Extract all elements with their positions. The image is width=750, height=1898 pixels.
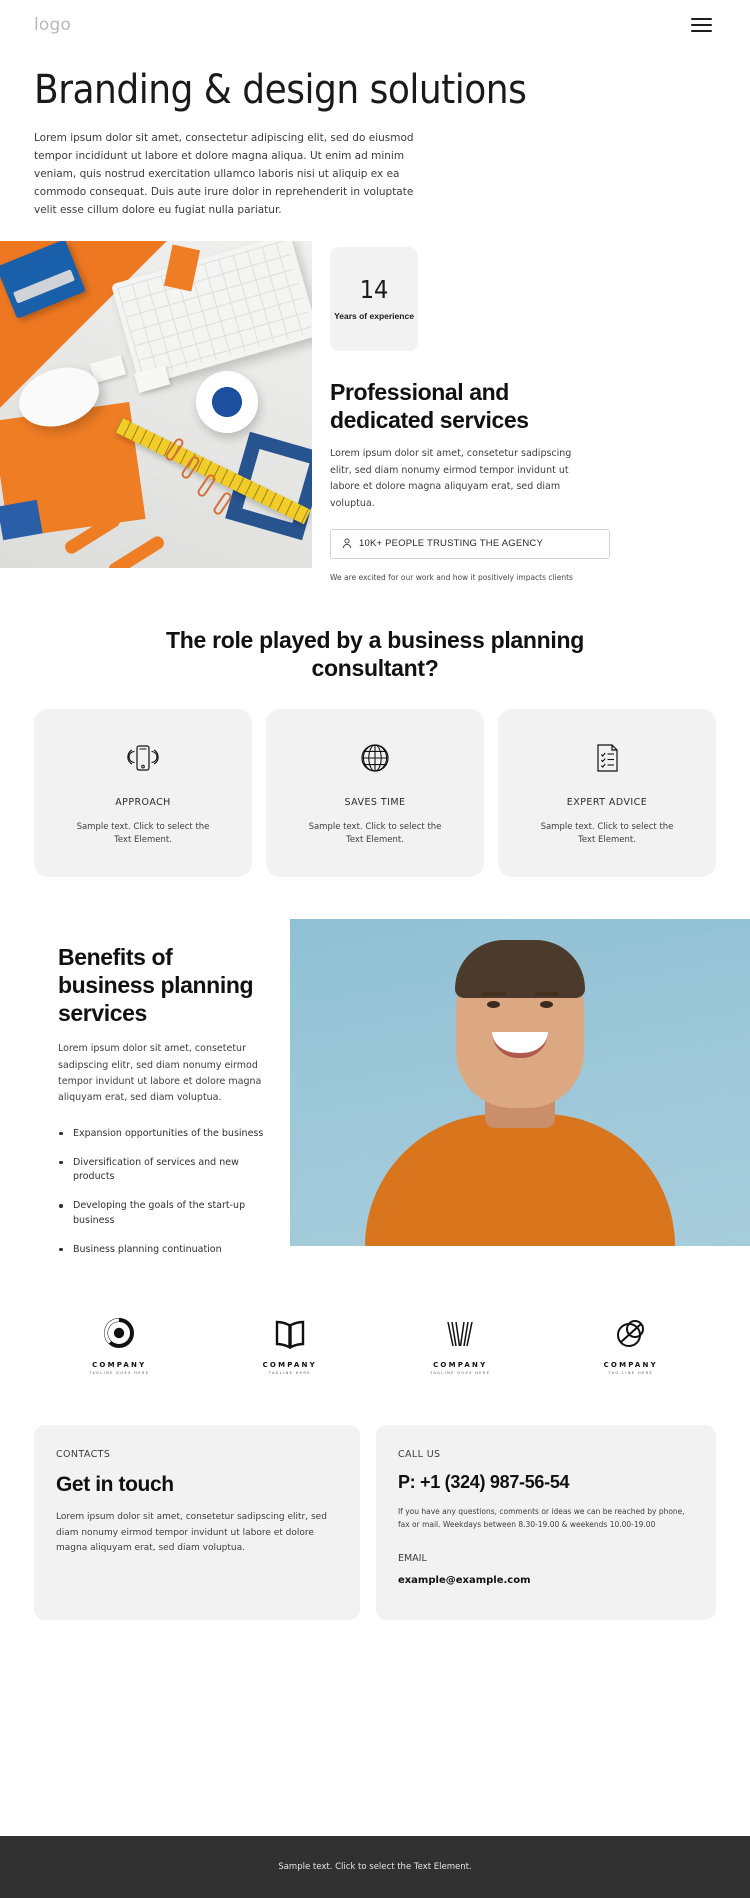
list-item: Expansion opportunities of the business (58, 1127, 270, 1141)
stat-number: 14 (359, 274, 389, 304)
site-logo[interactable]: logo (34, 15, 71, 35)
trust-badge-label: 10K+ PEOPLE TRUSTING THE AGENCY (359, 538, 544, 550)
site-footer: Sample text. Click to select the Text El… (0, 1836, 750, 1898)
client-logo-4: COMPANY TAG LINE HERE (546, 1314, 717, 1375)
client-logo-tagline: TAGLINE GOES HERE (89, 1371, 150, 1376)
contacts-eyebrow: CONTACTS (56, 1449, 111, 1461)
services-section: 14 Years of experience Professional and … (0, 241, 750, 582)
experience-stat-card: 14 Years of experience (330, 247, 418, 352)
landing-page: logo Branding & design solutions Lorem i… (0, 0, 750, 1898)
striped-w-logo-icon (442, 1314, 478, 1354)
hamburger-menu-icon[interactable] (687, 14, 716, 36)
client-logo-name: COMPANY (603, 1361, 658, 1370)
feature-card-title: APPROACH (115, 796, 171, 808)
person-icon (342, 538, 352, 549)
contacts-title: Get in touch (56, 1473, 174, 1497)
benefits-title: Benefits of business planning services (58, 944, 254, 1027)
phone-number[interactable]: P: +1 (324) 987-56-54 (398, 1472, 694, 1493)
hero-section: Branding & design solutions Lorem ipsum … (0, 50, 750, 219)
benefits-list: Expansion opportunities of the business … (58, 1127, 270, 1258)
email-address[interactable]: example@example.com (398, 1575, 694, 1586)
circle-o-logo-icon (101, 1314, 137, 1354)
client-logos-row: COMPANY TAGLINE GOES HERE COMPANY TAGLIN… (0, 1314, 750, 1375)
feature-card-text: Sample text. Click to select the Text El… (540, 821, 674, 845)
client-logo-tagline: TAGLINE GOES HERE (430, 1371, 491, 1376)
benefits-paragraph: Lorem ipsum dolor sit amet, consetetur s… (58, 1043, 262, 1104)
checklist-document-icon (587, 737, 627, 779)
feature-card-saves-time[interactable]: SAVES TIME Sample text. Click to select … (266, 708, 484, 878)
feature-card-expert-advice[interactable]: EXPERT ADVICE Sample text. Click to sele… (498, 708, 716, 878)
contact-hours: If you have any questions, comments or i… (397, 1507, 685, 1530)
feature-card-approach[interactable]: APPROACH Sample text. Click to select th… (34, 708, 252, 878)
open-book-logo-icon (272, 1314, 308, 1354)
site-header: logo (0, 0, 750, 50)
client-logo-name: COMPANY (262, 1361, 317, 1370)
list-item: Developing the goals of the start-up bus… (58, 1199, 270, 1228)
list-item: Diversification of services and new prod… (58, 1156, 270, 1185)
hero-paragraph: Lorem ipsum dolor sit amet, consectetur … (34, 131, 414, 216)
portrait-image (290, 919, 750, 1247)
client-logo-3: COMPANY TAGLINE GOES HERE (375, 1314, 546, 1375)
role-title: The role played by a business planning c… (165, 626, 585, 682)
feature-cards: APPROACH Sample text. Click to select th… (34, 708, 716, 878)
overlapping-circles-logo-icon (613, 1314, 649, 1354)
benefits-content: Benefits of business planning services L… (0, 919, 290, 1272)
trust-badge-button[interactable]: 10K+ PEOPLE TRUSTING THE AGENCY (330, 528, 610, 559)
contact-section: CONTACTS Get in touch Lorem ipsum dolor … (0, 1425, 750, 1621)
feature-card-title: EXPERT ADVICE (566, 796, 648, 808)
trust-note: We are excited for our work and how it p… (330, 572, 573, 582)
benefits-section: Benefits of business planning services L… (0, 919, 750, 1272)
client-logo-1: COMPANY TAGLINE GOES HERE (34, 1314, 205, 1375)
page-title: Branding & design solutions (34, 67, 527, 113)
services-content: 14 Years of experience Professional and … (312, 241, 750, 582)
contacts-card: CONTACTS Get in touch Lorem ipsum dolor … (34, 1425, 360, 1621)
contacts-paragraph: Lorem ipsum dolor sit amet, consetetur s… (56, 1512, 327, 1553)
services-title: Professional and dedicated services (330, 379, 529, 433)
feature-card-text: Sample text. Click to select the Text El… (76, 821, 210, 845)
role-section: The role played by a business planning c… (0, 626, 750, 878)
client-logo-2: COMPANY TAGLINE HERE (205, 1314, 376, 1375)
call-us-card: CALL US P: +1 (324) 987-56-54 If you hav… (375, 1425, 716, 1621)
list-item: Business planning continuation (58, 1243, 270, 1257)
call-us-label: CALL US (397, 1449, 441, 1461)
stat-label: Years of experience (334, 310, 414, 321)
email-label: EMAIL (397, 1553, 427, 1565)
services-paragraph: Lorem ipsum dolor sit amet, consetetur s… (330, 448, 572, 510)
mobile-signal-icon (123, 737, 163, 779)
globe-icon (355, 737, 395, 779)
feature-card-title: SAVES TIME (344, 796, 406, 808)
client-logo-tagline: TAGLINE HERE (268, 1371, 311, 1376)
footer-text: Sample text. Click to select the Text El… (278, 1862, 472, 1872)
client-logo-name: COMPANY (92, 1361, 147, 1370)
client-logo-tagline: TAG LINE HERE (608, 1371, 654, 1376)
feature-card-text: Sample text. Click to select the Text El… (308, 821, 442, 845)
client-logo-name: COMPANY (433, 1361, 488, 1370)
desk-supplies-image (0, 241, 312, 569)
